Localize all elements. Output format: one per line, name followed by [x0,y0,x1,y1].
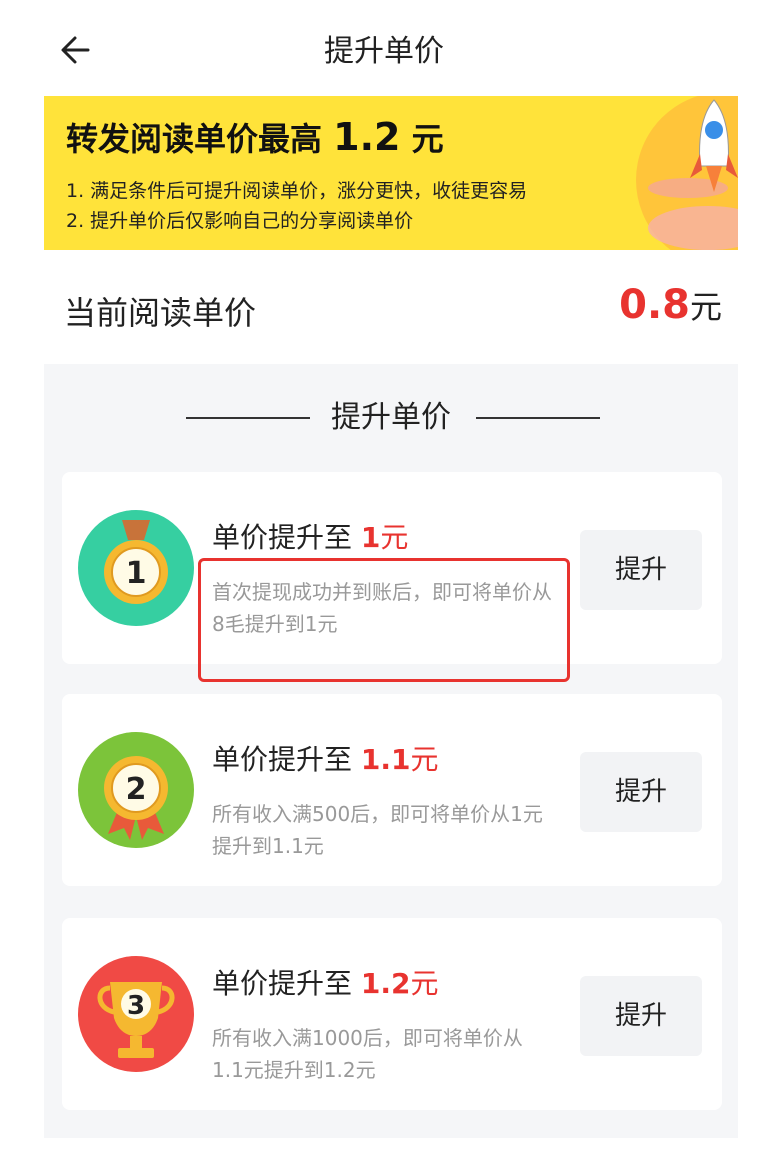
header: 提升单价 [0,0,768,100]
section-heading: 提升单价 [44,398,738,438]
level-1-title-prefix: 单价提升至 [212,521,353,554]
upgrade-button-2[interactable]: 提升 [580,752,702,832]
banner-title-prefix: 转发阅读单价最高 [66,120,323,158]
promo-banner: 转发阅读单价最高 1.2 元 1. 满足条件后可提升阅读单价，涨分更快，收徒更容… [44,96,738,250]
current-price-label: 当前阅读单价 [64,294,257,332]
page-title: 提升单价 [324,34,444,69]
level-card-2: 2 单价提升至 1.1元 所有收入满500后，即可将单价从1元提升到1.1元 提… [62,694,722,886]
level-3-title: 单价提升至 1.2元 [212,962,439,1002]
level-3-value: 1.2元 [360,967,439,1000]
level-card-1: 1 单价提升至 1元 首次提现成功并到账后，即可将单价从8毛提升到1元 提升 [62,472,722,664]
level-2-value: 1.1元 [360,743,439,776]
heading-divider-right [476,417,600,419]
section-title: 提升单价 [331,400,451,435]
gold-medal-icon: 1 [78,510,194,626]
level-1-value: 1元 [360,521,409,554]
rosette-medal-icon: 2 [78,732,194,848]
current-price-value: 0.8元 [619,282,722,328]
level-2-title-prefix: 单价提升至 [212,743,353,776]
level-1-badge: 1 [126,556,147,591]
level-3-description: 所有收入满1000后，即可将单价从1.1元提升到1.2元 [212,1026,523,1082]
level-3-title-prefix: 单价提升至 [212,967,353,1000]
upgrade-button-1[interactable]: 提升 [580,530,702,610]
banner-title-unit: 元 [411,120,444,158]
rocket-icon [636,96,738,250]
banner-rule-2: 2. 提升单价后仅影响自己的分享阅读单价 [66,210,414,232]
banner-title: 转发阅读单价最高 1.2 元 [66,114,444,160]
level-2-description: 所有收入满500后，即可将单价从1元提升到1.1元 [212,802,543,858]
banner-rule-1: 1. 满足条件后可提升阅读单价，涨分更快，收徒更容易 [66,180,528,202]
level-1-description: 首次提现成功并到账后，即可将单价从8毛提升到1元 [212,580,552,636]
level-3-badge: 3 [127,991,145,1021]
current-price-number: 0.8 [619,282,690,328]
current-price-unit: 元 [689,288,722,326]
upgrade-section: 提升单价 1 单价提升至 1元 首次提现成功并到账后，即可将单价从8毛提升到1元… [44,364,738,1138]
level-1-title: 单价提升至 1元 [212,516,408,556]
banner-title-value: 1.2 [333,115,401,159]
trophy-icon: 3 [78,956,194,1072]
upgrade-button-3[interactable]: 提升 [580,976,702,1056]
level-2-badge: 2 [126,772,147,807]
level-2-title: 单价提升至 1.1元 [212,738,439,778]
current-price-row: 当前阅读单价 0.8元 [44,270,738,350]
level-card-3: 3 单价提升至 1.2元 所有收入满1000后，即可将单价从1.1元提升到1.2… [62,918,722,1110]
